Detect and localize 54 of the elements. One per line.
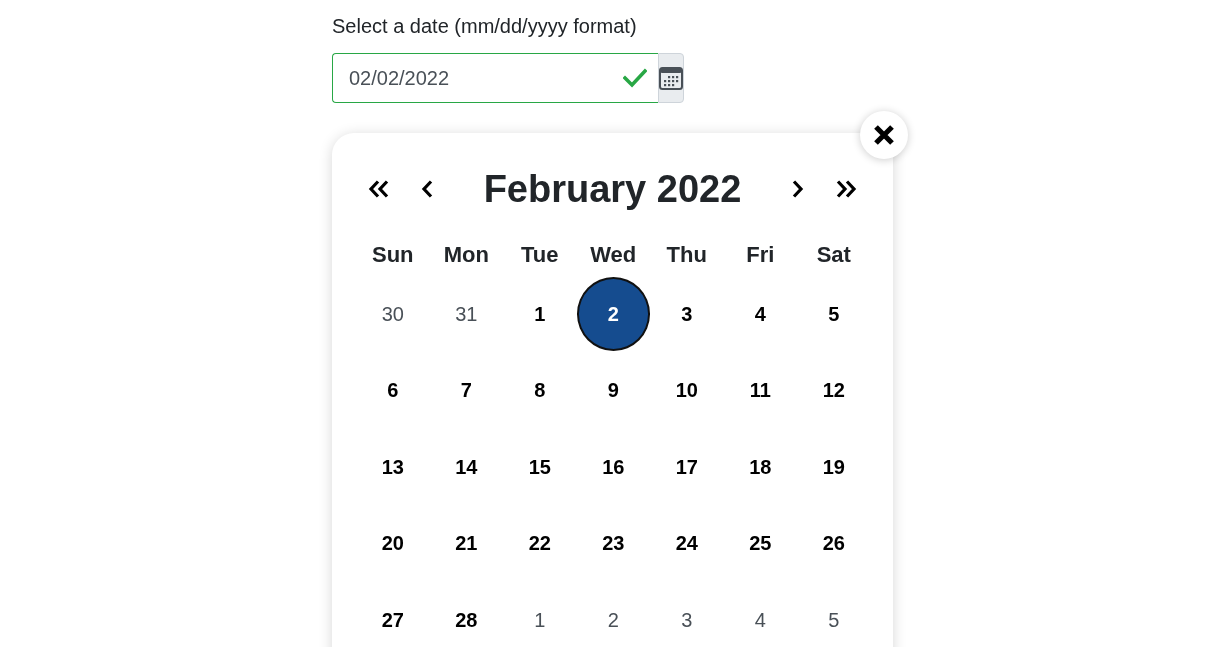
calendar-day[interactable]: 11 [723,353,797,428]
calendar-day[interactable]: 5 [797,277,871,352]
calendar-day[interactable]: 4 [723,583,797,647]
calendar-day[interactable]: 30 [356,277,430,352]
calendar-day[interactable]: 2 [576,583,650,647]
weekday-label: Mon [442,241,490,269]
calendar-day[interactable]: 2 [576,277,650,352]
calendar-day[interactable]: 25 [723,506,797,581]
checkmark-icon [623,68,647,88]
calendar-day[interactable]: 17 [650,430,724,505]
weekday-label: Wed [589,241,638,269]
calendar-day[interactable]: 27 [356,583,430,647]
calendar-day[interactable]: 8 [503,353,577,428]
weekday-label: Sat [815,241,852,269]
calendar-day[interactable]: 12 [797,353,871,428]
calendar-day[interactable]: 14 [429,430,503,505]
close-button[interactable] [860,111,908,159]
double-chevron-right-icon [835,180,857,198]
calendar-day[interactable]: 3 [650,277,724,352]
calendar-day[interactable]: 16 [576,430,650,505]
weekday-label: Thu [665,241,708,269]
field-label: Select a date (mm/dd/yyyy format) [332,14,637,38]
calendar-day[interactable]: 7 [429,353,503,428]
calendar-day[interactable]: 9 [576,353,650,428]
calendar-button[interactable] [658,53,684,103]
calendar-day[interactable]: 6 [356,353,430,428]
calendar-day[interactable]: 13 [356,430,430,505]
calendar-day[interactable]: 28 [429,583,503,647]
calendar-day[interactable]: 26 [797,506,871,581]
chevron-left-icon [421,180,433,198]
chevron-right-icon [792,180,804,198]
calendar-day[interactable]: 24 [650,506,724,581]
weekday-label: Sun [370,241,415,269]
calendar-day[interactable]: 3 [650,583,724,647]
calendar-day[interactable]: 21 [429,506,503,581]
calendar-day[interactable]: 19 [797,430,871,505]
weekday-label: Fri [745,241,776,269]
weekday-label: Tue [520,241,560,269]
calendar-day[interactable]: 22 [503,506,577,581]
calendar-day[interactable]: 5 [797,583,871,647]
date-input-field[interactable]: 02/02/2022 [332,53,658,103]
calendar-day[interactable]: 31 [429,277,503,352]
calendar-day[interactable]: 18 [723,430,797,505]
calendar-icon [659,66,683,90]
calendar-day[interactable]: 1 [503,277,577,352]
double-chevron-left-icon [368,180,390,198]
calendar-day[interactable]: 23 [576,506,650,581]
calendar-day[interactable]: 15 [503,430,577,505]
calendar-day[interactable]: 1 [503,583,577,647]
calendar-day[interactable]: 20 [356,506,430,581]
calendar-day[interactable]: 4 [723,277,797,352]
month-title: February 2022 [482,167,743,212]
close-icon [873,124,895,146]
calendar-day[interactable]: 10 [650,353,724,428]
